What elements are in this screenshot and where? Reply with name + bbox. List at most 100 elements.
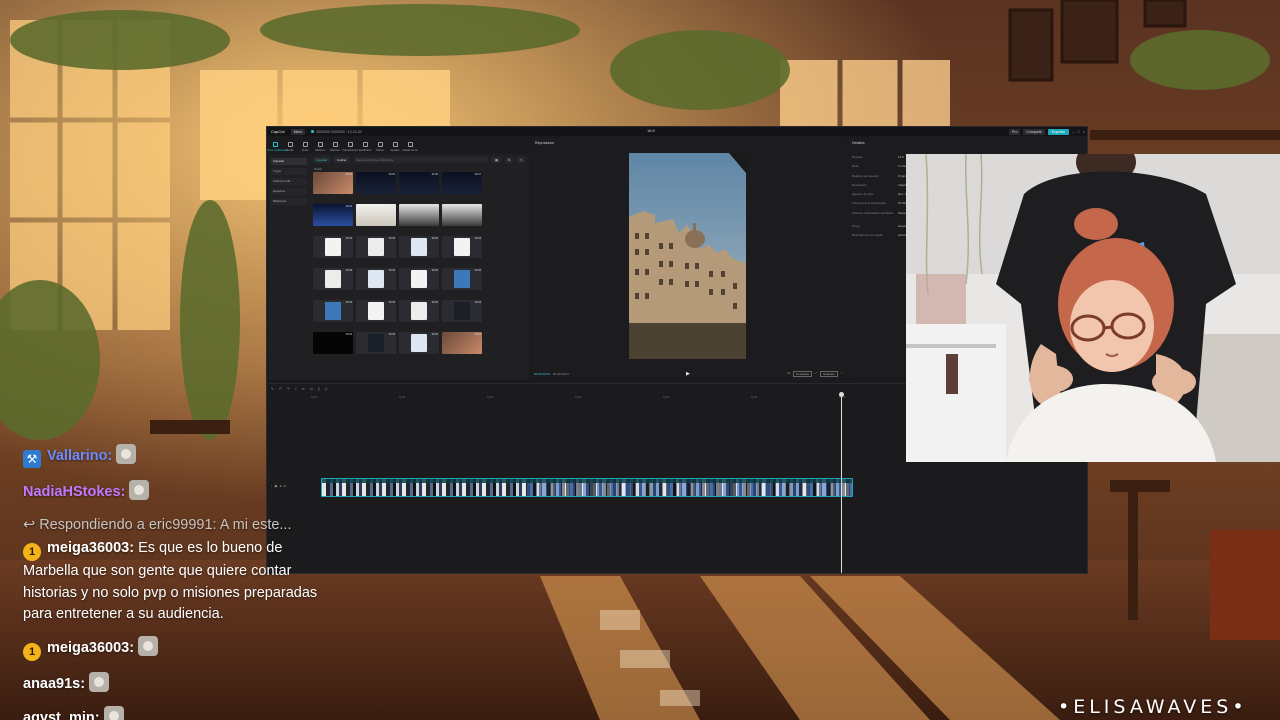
split-right-icon[interactable]: ⊐ <box>310 387 313 391</box>
clip-duration: 00:06 <box>431 173 438 176</box>
split-icon[interactable]: ⌶ <box>295 387 297 391</box>
transitions-icon <box>347 142 353 147</box>
quality-dropdown[interactable]: Completa <box>792 371 812 377</box>
close-icon[interactable]: × <box>1083 129 1085 134</box>
clip-duration: 00:12 <box>345 173 352 176</box>
fit-icon[interactable]: ⤢ <box>815 371 817 377</box>
details-key: Espacio de color: <box>852 192 875 197</box>
media-thumbnail[interactable]: 00:0420230703 153954 <box>442 300 482 322</box>
media-category-item[interactable]: Tuyos <box>271 168 307 175</box>
emote-icon <box>89 672 110 692</box>
status-dot-icon <box>311 130 315 133</box>
media-search-input[interactable]: Buscar archivos multimedia <box>353 156 489 163</box>
media-thumbnail[interactable]: 00:0520230703 142517 <box>399 204 439 226</box>
media-thumbnail[interactable]: 00:0720230703 141629 <box>442 172 482 194</box>
media-thumbnail[interactable]: 00:0520230703 153519 <box>399 236 439 258</box>
media-thumbnail[interactable]: 00:0620230703 142233 <box>356 172 396 194</box>
media-thumbnail[interactable]: 00:0220230703 142551 <box>442 204 482 226</box>
maximize-icon[interactable]: □ <box>1077 129 1079 134</box>
media-thumbnail[interactable]: 00:0420230703 153413 <box>313 236 353 258</box>
audio-mute-icon[interactable]: ◂ <box>279 484 281 488</box>
chat-message-3: 1 meiga36003: Es que es lo bueno de Marbe… <box>23 538 333 626</box>
split-left-icon[interactable]: ⊏ <box>302 387 305 391</box>
media-thumbnail[interactable]: 00:0620230703 153911 <box>399 300 439 322</box>
play-icon[interactable]: ▶ <box>686 371 690 377</box>
chat-message-1: ⚒ Vallarino: <box>23 444 137 468</box>
share-button[interactable]: Compartir <box>1023 128 1045 135</box>
media-category-item[interactable]: Espacios <box>271 188 307 195</box>
title-bar-actions: Pro Compartir Exportar – □ × <box>1008 128 1085 135</box>
ratio-dropdown[interactable]: Relación <box>820 371 838 377</box>
media-thumbnail[interactable]: 00:0420230703 153546 <box>442 236 482 258</box>
subtitles-icon <box>362 142 368 147</box>
media-thumbnail[interactable]: 00:0420230703 153655 <box>356 268 396 290</box>
minimize-icon[interactable]: – <box>1072 129 1074 134</box>
fullscreen-icon[interactable]: ⛶ <box>841 371 843 377</box>
clip-duration: 00:06 <box>388 173 395 176</box>
record-button[interactable]: Grabar <box>334 156 350 163</box>
media-thumbnail[interactable]: 00:0620230703 141629 <box>399 172 439 194</box>
tab-adjust[interactable]: Ajustes <box>389 142 401 152</box>
media-thumbnail[interactable]: 00:0320230703 153710 <box>399 268 439 290</box>
marker-icon[interactable]: ◇ <box>325 387 328 391</box>
tab-text[interactable]: Texto <box>299 142 311 152</box>
preview-video[interactable] <box>629 153 746 359</box>
ruler-tick-label: 00:30 <box>399 396 406 399</box>
media-thumbnail[interactable]: 00:0520230703 153610 <box>313 268 353 290</box>
sub-badge-icon: 1 <box>23 643 41 661</box>
tab-label: Efectos <box>330 148 340 152</box>
select-tool-icon[interactable]: ↖ <box>271 387 274 391</box>
chat-message-2: NadiaHStokes: <box>23 480 150 504</box>
video-track-clips[interactable] <box>321 478 853 497</box>
tab-transitions[interactable]: Transiciones <box>342 142 358 152</box>
tab-filters[interactable]: Filtros <box>374 142 386 152</box>
reply-arrow-icon: ↩ <box>23 517 40 533</box>
grid-view-icon[interactable]: ▦ <box>492 156 501 163</box>
media-category-item[interactable]: Archivos sub... <box>271 178 307 185</box>
tab-sticker[interactable]: Stickers <box>314 142 326 152</box>
import-button[interactable]: Importar <box>313 156 331 163</box>
media-thumbnail[interactable]: 00:0420230703 142433 <box>356 204 396 226</box>
pro-button[interactable]: Pro <box>1008 128 1021 135</box>
media-thumbnail[interactable]: 00:0620230703 154046 <box>313 332 353 354</box>
media-thumbnail[interactable]: 00:0320230703 153840 <box>356 300 396 322</box>
clip-duration: 00:03 <box>431 269 438 272</box>
eye-icon[interactable]: ◉ <box>274 484 277 488</box>
media-thumbnail[interactable]: 00:0520230703 154210 <box>399 332 439 354</box>
tab-label: Subtítulos <box>358 148 372 152</box>
video-track-blue-segment <box>527 483 852 496</box>
tab-subtitles[interactable]: Subtítulos <box>359 142 371 152</box>
sort-icon[interactable]: ⇅ <box>504 156 514 163</box>
tab-effects[interactable]: Efectos <box>329 142 341 152</box>
media-thumbnail[interactable]: 00:0320230703 142400 <box>313 204 353 226</box>
crop-icon[interactable]: ⊡ <box>787 371 790 377</box>
undo-icon[interactable]: ↶ <box>279 387 282 391</box>
media-thumbnail[interactable]: 00:0320230703 154122 <box>356 332 396 354</box>
menu-button[interactable]: Menú <box>290 128 306 135</box>
tab-media[interactable]: Archivos multimedia <box>267 142 288 152</box>
track-header: ▫ ◉ ◂ ▭ <box>271 484 286 488</box>
lock-icon[interactable]: ▫ <box>271 484 272 488</box>
filter-icon[interactable]: ▾ <box>517 156 525 163</box>
media-panel: Importar Tuyos Archivos sub... Espacios Bibl… <box>269 154 529 380</box>
ruler-tick-label: 00:00 <box>311 396 318 399</box>
channel-watermark: •ELISAWAVES• <box>1058 696 1248 718</box>
media-thumbnail[interactable]: 00:0320230703 153452 <box>356 236 396 258</box>
media-thumbnail[interactable]: 00:0420230703 154233 <box>442 332 482 354</box>
media-thumbnail[interactable]: 00:0520230703 153758 <box>442 268 482 290</box>
media-thumbnail[interactable]: 00:0220230703 153822 <box>313 300 353 322</box>
tab-label: Transiciones <box>342 148 358 152</box>
cover-icon[interactable]: ▭ <box>283 484 286 488</box>
tab-label: Texto <box>301 148 309 152</box>
clip-duration: 00:07 <box>474 173 481 176</box>
redo-icon[interactable]: ↷ <box>287 387 290 391</box>
media-category-item[interactable]: Importar <box>271 158 307 165</box>
tab-avatar[interactable]: Avatar de IA <box>402 142 418 152</box>
preview-building-image <box>629 153 746 359</box>
media-thumbnail[interactable]: 00:1220230703 141629 <box>313 172 353 194</box>
export-button[interactable]: Exportar <box>1047 128 1069 135</box>
media-category-item[interactable]: Biblioteca <box>271 198 307 205</box>
delete-icon[interactable]: ▯ <box>318 387 320 391</box>
playhead[interactable] <box>839 392 844 573</box>
tab-audio[interactable]: Audio <box>284 142 296 152</box>
